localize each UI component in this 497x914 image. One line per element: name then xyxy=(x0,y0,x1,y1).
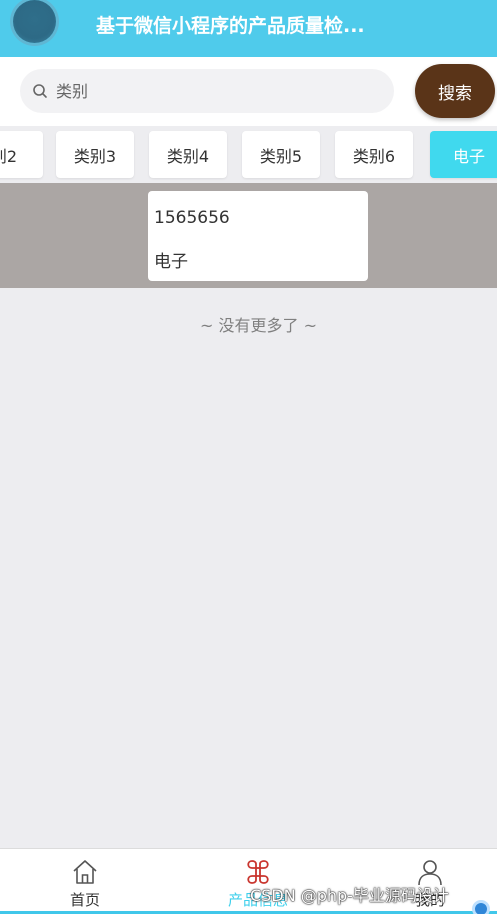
search-icon xyxy=(33,84,47,98)
tab-electronics[interactable]: 电子 xyxy=(430,131,497,178)
floating-dot[interactable] xyxy=(472,900,490,914)
list-end-text: ~ 没有更多了 ~ xyxy=(200,316,317,335)
nav-label-home: 首页 xyxy=(69,891,100,909)
tab-category-3[interactable]: 类别3 xyxy=(56,131,134,178)
watermark: CSDN @php-毕业源码设计 xyxy=(250,886,449,905)
product-id: 1565656 xyxy=(154,208,230,228)
category-tabs: 别2 类别3 类别4 类别5 类别6 电子 xyxy=(0,126,497,183)
search-bar: 搜索 xyxy=(0,57,497,126)
page-title: 基于微信小程序的产品质量检... xyxy=(96,15,365,37)
product-list: 1565656 电子 xyxy=(0,183,497,288)
product-category: 电子 xyxy=(154,252,188,272)
search-box[interactable] xyxy=(20,69,394,113)
tab-category-5[interactable]: 类别5 xyxy=(242,131,320,178)
search-button[interactable]: 搜索 xyxy=(415,64,495,118)
app-screen: 基于微信小程序的产品质量检... 搜索 别2 类别3 类别4 类别5 类别6 电… xyxy=(0,0,497,914)
tab-category-6[interactable]: 类别6 xyxy=(335,131,413,178)
avatar[interactable] xyxy=(13,0,56,43)
app-header: 基于微信小程序的产品质量检... xyxy=(0,0,497,57)
tab-category-4[interactable]: 类别4 xyxy=(149,131,227,178)
tab-category-2[interactable]: 别2 xyxy=(0,131,43,178)
nav-item-home[interactable]: 首页 xyxy=(25,849,145,913)
home-icon xyxy=(73,860,97,884)
search-input[interactable] xyxy=(56,77,376,105)
product-card[interactable]: 1565656 电子 xyxy=(148,191,368,281)
